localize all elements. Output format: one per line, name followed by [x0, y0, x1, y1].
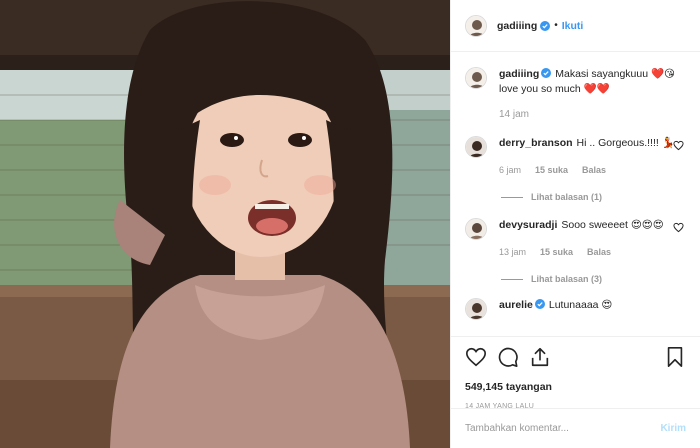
post-side-panel: gadiiing • Ikuti gadiiing Makasi sayangku… — [450, 0, 700, 448]
comment-item: aurelie Lutunaaaa 😍 — [465, 298, 686, 320]
comment-body: Hi .. Gorgeous.!!!! 💃 — [576, 137, 675, 149]
comment-meta: 6 jam 15 suka Balas — [499, 163, 686, 178]
comment-like-icon[interactable] — [673, 222, 684, 233]
share-icon[interactable] — [529, 346, 551, 368]
comment-time[interactable]: 13 jam — [499, 245, 526, 260]
separator: • — [554, 20, 558, 31]
comment-meta: 13 jam 15 suka Balas — [499, 245, 686, 260]
comment-username[interactable]: derry_branson — [499, 137, 573, 149]
post-actions: 549,145 tayangan 14 JAM YANG LALU — [451, 336, 700, 410]
comment-input[interactable] — [465, 423, 661, 434]
verified-icon — [540, 20, 551, 31]
send-button[interactable]: Kirim — [660, 423, 686, 434]
avatar[interactable] — [465, 136, 487, 158]
comment-username[interactable]: devysuradji — [499, 219, 557, 231]
avatar[interactable] — [465, 14, 487, 37]
caption: gadiiing Makasi sayangkuuu ❤️😘 love you s… — [465, 67, 686, 97]
avatar[interactable] — [465, 298, 487, 320]
post-video[interactable] — [0, 0, 450, 448]
comment-text: aurelie Lutunaaaa 😍 — [499, 298, 686, 320]
comment-item: derry_branson Hi .. Gorgeous.!!!! 💃 6 jam… — [465, 136, 686, 178]
comment-body: Sooo sweeeet 😍😍😍 — [561, 219, 664, 231]
comment-like-icon[interactable] — [673, 140, 684, 151]
caption-username[interactable]: gadiiing — [499, 68, 539, 80]
follow-button[interactable]: Ikuti — [562, 20, 584, 32]
view-replies[interactable]: Lihat balasan (3) — [501, 274, 686, 284]
view-replies-label: Lihat balasan (1) — [531, 192, 603, 202]
comment-text: derry_branson Hi .. Gorgeous.!!!! 💃 6 jam… — [499, 136, 686, 178]
caption-time[interactable]: 14 jam — [499, 109, 686, 120]
comment-username[interactable]: aurelie — [499, 299, 533, 311]
comment-body: Lutunaaaa 😍 — [548, 299, 613, 311]
action-icons — [465, 345, 686, 369]
comment-likes[interactable]: 15 suka — [535, 163, 568, 178]
reply-button[interactable]: Balas — [587, 245, 611, 260]
author-username[interactable]: gadiiing — [497, 20, 537, 32]
view-replies[interactable]: Lihat balasan (1) — [501, 192, 686, 202]
verified-icon — [534, 299, 545, 309]
reply-button[interactable]: Balas — [582, 163, 606, 178]
post-container: gadiiing • Ikuti gadiiing Makasi sayangku… — [0, 0, 700, 448]
heart-icon[interactable] — [465, 346, 487, 368]
view-replies-label: Lihat balasan (3) — [531, 274, 603, 284]
post-header: gadiiing • Ikuti — [451, 0, 700, 52]
comment-icon[interactable] — [497, 346, 519, 368]
bookmark-icon[interactable] — [664, 346, 686, 368]
comment-likes[interactable]: 15 suka — [540, 245, 573, 260]
comment-time[interactable]: 6 jam — [499, 163, 521, 178]
video-frame — [0, 0, 450, 448]
view-count[interactable]: 549,145 tayangan — [465, 381, 686, 393]
comment-composer: Kirim — [451, 408, 700, 448]
caption-text: gadiiing Makasi sayangkuuu ❤️😘 love you s… — [499, 67, 686, 97]
verified-icon — [541, 68, 552, 78]
avatar[interactable] — [465, 218, 487, 240]
avatar[interactable] — [465, 67, 487, 89]
comments-list[interactable]: gadiiing Makasi sayangkuuu ❤️😘 love you s… — [451, 53, 700, 336]
comment-item: devysuradji Sooo sweeeet 😍😍😍 13 jam 15 su… — [465, 218, 686, 260]
comment-text: devysuradji Sooo sweeeet 😍😍😍 13 jam 15 su… — [499, 218, 686, 260]
